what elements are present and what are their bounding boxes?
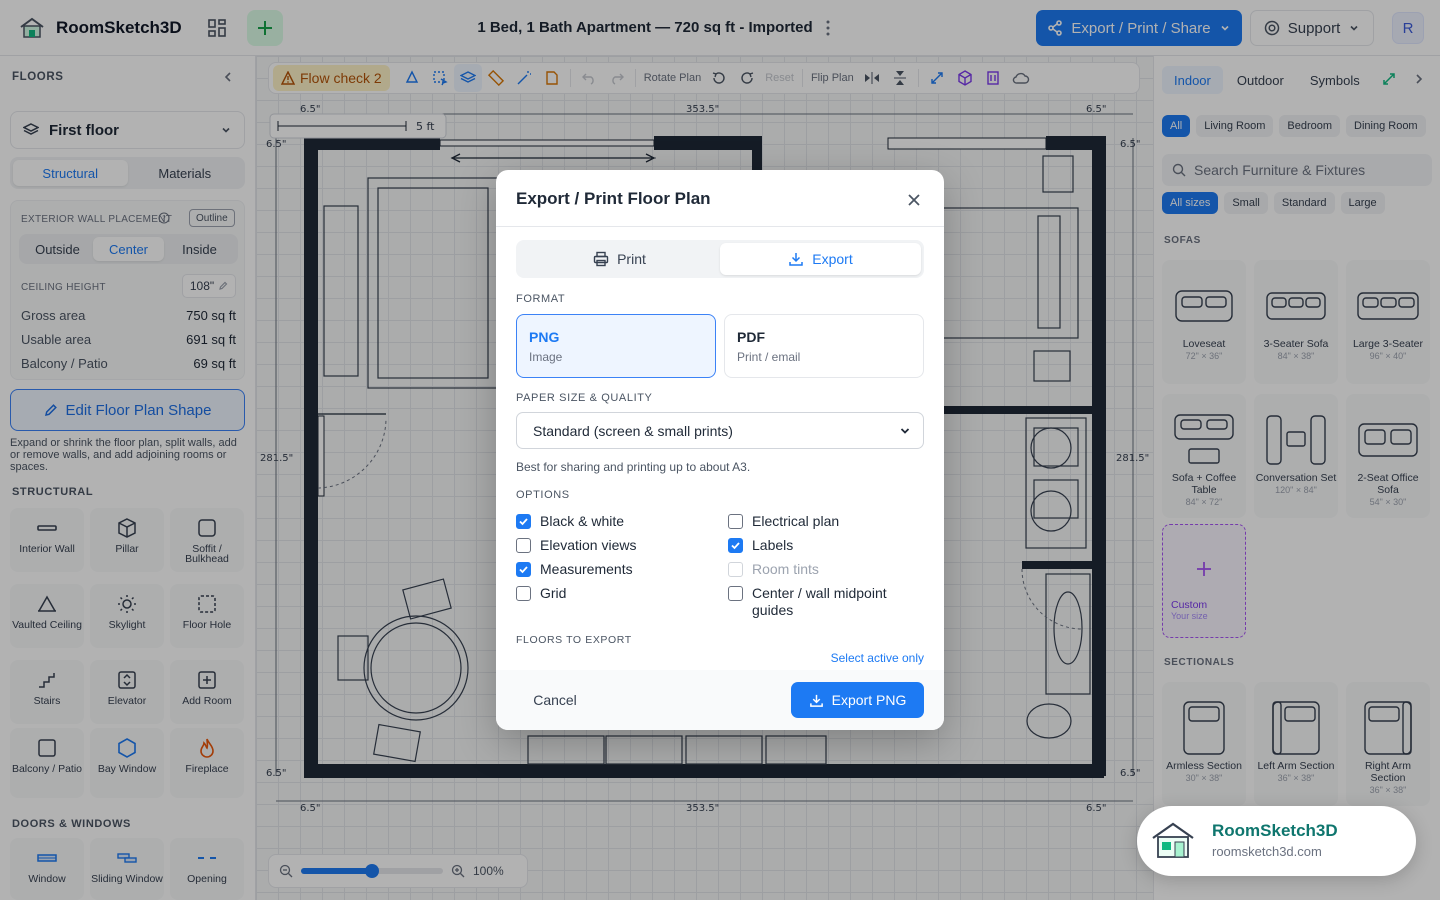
option-label: Labels (752, 537, 794, 553)
close-icon[interactable] (902, 188, 926, 212)
format-png-sub: Image (529, 350, 563, 364)
export-print-dialog: Export / Print Floor Plan Print Export F… (496, 170, 944, 730)
export-png-button[interactable]: Export PNG (791, 682, 924, 718)
dialog-divider (496, 226, 944, 227)
checkbox (728, 562, 743, 577)
export-png-label: Export PNG (831, 692, 907, 708)
download-icon (809, 694, 823, 707)
brand-title: RoomSketch3D (1212, 821, 1338, 840)
paper-size-value: Standard (screen & small prints) (533, 422, 733, 439)
cancel-button[interactable]: Cancel (516, 682, 594, 718)
checkbox[interactable] (728, 586, 743, 601)
option-electrical-plan[interactable]: Electrical plan (728, 513, 839, 530)
format-pdf-option[interactable]: PDF Print / email (724, 314, 924, 378)
checkbox[interactable] (516, 586, 531, 601)
checkbox[interactable] (516, 538, 531, 553)
option-label: Center / wall midpoint guides (752, 585, 887, 618)
option-grid[interactable]: Grid (516, 585, 566, 602)
option-measurements[interactable]: Measurements (516, 561, 633, 578)
option-label: Grid (540, 585, 567, 601)
option-label: Measurements (540, 561, 633, 577)
format-label: FORMAT (516, 293, 566, 305)
floors-to-export-label: FLOORS TO EXPORT (516, 634, 632, 646)
checkbox[interactable] (728, 514, 743, 529)
paper-size-help: Best for sharing and printing up to abou… (516, 460, 751, 474)
brand-logo-icon (1147, 818, 1199, 864)
format-png-option[interactable]: PNG Image (516, 314, 716, 378)
chevron-down-icon (900, 427, 910, 434)
option-label: Electrical plan (752, 513, 840, 529)
dialog-title: Export / Print Floor Plan (516, 189, 711, 208)
option-label: Room tints (752, 561, 819, 577)
tab-print[interactable]: Print (519, 243, 720, 275)
option-labels[interactable]: Labels (728, 537, 793, 554)
option-black-white[interactable]: Black & white (516, 513, 624, 530)
option-room-tints: Room tints (728, 561, 819, 578)
brand-badge[interactable]: RoomSketch3D roomsketch3d.com (1137, 806, 1416, 876)
tab-export-label: Export (812, 251, 853, 267)
format-pdf-sub: Print / email (737, 350, 801, 364)
download-icon (789, 253, 804, 266)
checkbox[interactable] (516, 562, 531, 577)
option-center-guides[interactable]: Center / wall midpoint guides (728, 585, 908, 619)
printer-icon (593, 251, 609, 267)
checkbox[interactable] (516, 514, 531, 529)
brand-url: roomsketch3d.com (1212, 844, 1322, 859)
print-export-tabs: Print Export (516, 240, 924, 278)
option-label: Elevation views (540, 537, 637, 553)
checkbox[interactable] (728, 538, 743, 553)
paper-size-label: PAPER SIZE & QUALITY (516, 392, 653, 404)
tab-print-label: Print (617, 251, 646, 267)
options-label: OPTIONS (516, 489, 570, 501)
format-pdf-title: PDF (737, 329, 765, 345)
select-active-only-link[interactable]: Select active only (796, 651, 924, 665)
format-png-title: PNG (529, 329, 560, 345)
option-label: Black & white (540, 513, 625, 529)
paper-size-select[interactable]: Standard (screen & small prints) (516, 412, 924, 449)
option-elevation-views[interactable]: Elevation views (516, 537, 637, 554)
tab-export[interactable]: Export (720, 243, 921, 275)
